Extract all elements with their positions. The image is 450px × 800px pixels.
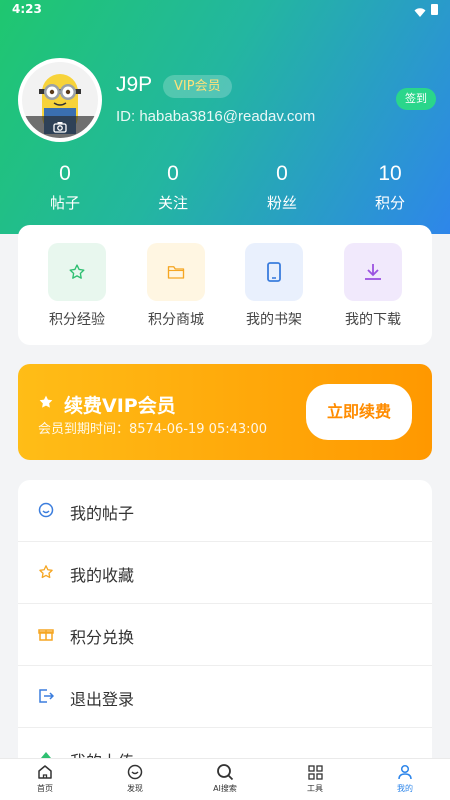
quick-label: 我的下载 [345,312,401,328]
username: J9P [116,73,153,96]
star-outline-icon [38,564,54,580]
quick-points-mall[interactable]: 积分商城 [134,243,218,329]
grid-icon [285,763,345,781]
stats-row: 0 帖子 0 关注 0 粉丝 10 积分 [0,162,450,222]
vip-expire-text: 会员到期时间：8574-06-19 05:43:00 [38,422,268,437]
stat-fans[interactable]: 0 粉丝 [237,162,327,213]
quick-label: 积分经验 [49,312,105,328]
quick-bookshelf[interactable]: 我的书架 [232,243,316,329]
tab-discover[interactable]: 发现 [105,763,165,794]
tab-label: 发现 [127,784,143,793]
tab-ai-search[interactable]: AI搜索 [195,763,255,794]
tab-label: AI搜索 [213,784,237,793]
quick-points-exp[interactable]: 积分经验 [35,243,119,329]
user-icon [375,763,435,781]
signin-button[interactable]: 签到 [396,88,436,110]
profile-header: 4:23 J9P VIP会员 ID: hababa3816@readav.com… [0,0,450,234]
stat-value: 10 [378,162,402,185]
smile-icon [38,502,54,518]
quick-label: 积分商城 [148,312,204,328]
phone-icon [245,243,303,301]
logout-icon [38,688,55,704]
tab-home[interactable]: 首页 [15,763,75,794]
vip-renew-card: 续费VIP会员 会员到期时间：8574-06-19 05:43:00 立即续费 [18,364,432,460]
menu-label: 退出登录 [70,690,135,709]
stat-label: 积分 [374,194,405,212]
stat-label: 帖子 [49,194,80,212]
menu-label: 积分兑换 [70,628,135,647]
bottom-tab-bar: 首页 发现 AI搜索 工具 我的 [0,758,450,800]
quick-downloads[interactable]: 我的下载 [331,243,415,329]
camera-icon[interactable] [22,116,98,138]
menu-list: 我的帖子 我的收藏 积分兑换 退出登录 我的上传 [18,480,432,770]
stat-following[interactable]: 0 关注 [128,162,218,213]
renew-button[interactable]: 立即续费 [306,384,412,440]
menu-item-logout[interactable]: 退出登录 [18,666,432,728]
quick-label: 我的书架 [246,312,302,328]
tab-mine[interactable]: 我的 [375,763,435,794]
tab-label: 工具 [307,784,323,793]
search-icon [195,763,255,781]
download-icon [344,243,402,301]
user-id: ID: hababa3816@readav.com [116,108,316,125]
avatar[interactable] [18,58,102,142]
menu-item-points-exchange[interactable]: 积分兑换 [18,604,432,666]
star-icon [38,394,54,414]
stat-label: 粉丝 [266,194,297,212]
home-icon [15,763,75,781]
wifi-icon [414,3,426,22]
stat-points[interactable]: 10 积分 [345,162,435,213]
battery-icon [431,4,438,15]
vip-badge: VIP会员 [163,75,232,98]
stat-value: 0 [59,162,71,185]
menu-item-my-posts[interactable]: 我的帖子 [18,480,432,542]
folder-icon [147,243,205,301]
gift-icon [38,626,54,642]
compass-icon [105,763,165,781]
stat-posts[interactable]: 0 帖子 [20,162,110,213]
stat-value: 0 [167,162,179,185]
stat-label: 关注 [157,194,188,212]
status-time: 4:23 [12,2,42,16]
menu-label: 我的帖子 [70,504,135,523]
tab-label: 首页 [37,784,53,793]
menu-label: 我的收藏 [70,566,135,585]
star-icon [48,243,106,301]
vip-title: 续费VIP会员 [64,395,176,417]
menu-item-favorites[interactable]: 我的收藏 [18,542,432,604]
avatar-image [22,62,98,138]
tab-tools[interactable]: 工具 [285,763,345,794]
tab-label: 我的 [397,784,413,793]
stat-value: 0 [276,162,288,185]
quick-actions-card: 积分经验 积分商城 我的书架 我的下载 [18,225,432,345]
status-bar: 4:23 [0,0,450,22]
